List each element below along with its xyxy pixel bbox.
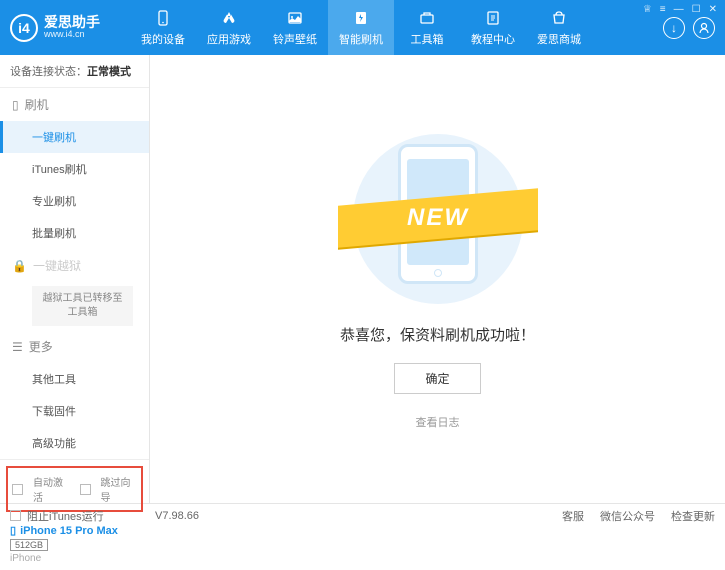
nav-media[interactable]: 铃声壁纸: [262, 0, 328, 55]
app-url: www.i4.cn: [44, 30, 100, 40]
menu-icon[interactable]: ≡: [660, 4, 666, 15]
sidebar-item[interactable]: 专业刷机: [0, 185, 149, 217]
version-label: V7.98.66: [155, 510, 199, 522]
nav-shop[interactable]: 爱思商城: [526, 0, 592, 55]
app-title: 爱思助手: [44, 15, 100, 30]
app-header: i4 爱思助手 www.i4.cn 我的设备应用游戏铃声壁纸智能刷机工具箱教程中…: [0, 0, 725, 55]
footer-link[interactable]: 客服: [562, 508, 584, 524]
gift-icon[interactable]: ♕: [643, 4, 652, 15]
minimize-button[interactable]: —: [674, 4, 684, 15]
more-icon: ☰: [12, 340, 23, 354]
user-button[interactable]: [693, 17, 715, 39]
close-button[interactable]: ✕: [709, 4, 717, 15]
sidebar: 设备连接状态：正常模式 ▯ 刷机 一键刷机iTunes刷机专业刷机批量刷机 🔒 …: [0, 55, 150, 503]
logo[interactable]: i4 爱思助手 www.i4.cn: [10, 14, 130, 42]
main-content: NEW 恭喜您，保资料刷机成功啦！ 确定 查看日志: [150, 55, 725, 503]
ok-button[interactable]: 确定: [394, 363, 480, 394]
auto-activate-label: 自动激活: [33, 474, 70, 504]
nav-help[interactable]: 教程中心: [460, 0, 526, 55]
device-storage: 512GB: [10, 539, 48, 551]
options-row: 自动激活 跳过向导: [6, 466, 143, 512]
flash-icon: ▯: [12, 98, 19, 112]
sidebar-group-more[interactable]: ☰ 更多: [0, 330, 149, 363]
footer-link[interactable]: 微信公众号: [600, 508, 655, 524]
block-itunes-label: 阻止iTunes运行: [27, 508, 104, 524]
lock-icon: 🔒: [12, 259, 27, 273]
skip-guide-checkbox[interactable]: [80, 484, 91, 495]
tools-icon: [417, 8, 437, 28]
main-nav: 我的设备应用游戏铃声壁纸智能刷机工具箱教程中心爱思商城: [130, 0, 663, 55]
connection-status: 设备连接状态：正常模式: [0, 55, 149, 88]
help-icon: [483, 8, 503, 28]
logo-icon: i4: [10, 14, 38, 42]
device-icon: [153, 8, 173, 28]
shop-icon: [549, 8, 569, 28]
sidebar-item[interactable]: 其他工具: [0, 363, 149, 395]
sidebar-item[interactable]: 高级功能: [0, 427, 149, 459]
device-type: iPhone: [10, 553, 139, 564]
jailbreak-note[interactable]: 越狱工具已转移至工具箱: [32, 286, 133, 326]
sidebar-item[interactable]: iTunes刷机: [0, 153, 149, 185]
success-message: 恭喜您，保资料刷机成功啦！: [340, 324, 535, 345]
auto-activate-checkbox[interactable]: [12, 484, 23, 495]
nav-tools[interactable]: 工具箱: [394, 0, 460, 55]
sidebar-item[interactable]: 下载固件: [0, 395, 149, 427]
download-button[interactable]: ↓: [663, 17, 685, 39]
device-info[interactable]: ▯ iPhone 15 Pro Max 512GB iPhone: [0, 518, 149, 570]
apps-icon: [219, 8, 239, 28]
view-log-link[interactable]: 查看日志: [416, 414, 460, 430]
phone-icon: ▯: [10, 524, 16, 537]
maximize-button[interactable]: ☐: [692, 4, 701, 15]
nav-device[interactable]: 我的设备: [130, 0, 196, 55]
nav-apps[interactable]: 应用游戏: [196, 0, 262, 55]
sidebar-group-flash[interactable]: ▯ 刷机: [0, 88, 149, 121]
sidebar-group-jailbreak: 🔒 一键越狱: [0, 249, 149, 282]
skip-guide-label: 跳过向导: [101, 474, 138, 504]
block-itunes-checkbox[interactable]: [10, 510, 21, 521]
footer-link[interactable]: 检查更新: [671, 508, 715, 524]
nav-flash[interactable]: 智能刷机: [328, 0, 394, 55]
media-icon: [285, 8, 305, 28]
success-illustration: NEW: [338, 129, 538, 309]
sidebar-item[interactable]: 批量刷机: [0, 217, 149, 249]
sidebar-item[interactable]: 一键刷机: [0, 121, 149, 153]
flash-icon: [351, 8, 371, 28]
